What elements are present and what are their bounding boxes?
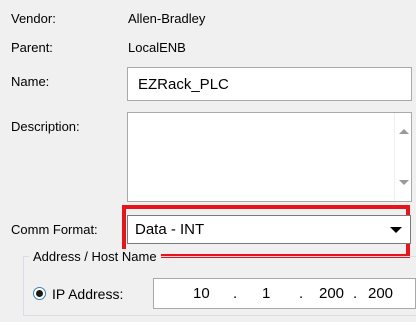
- chevron-down-icon[interactable]: [390, 227, 402, 233]
- scroll-down-arrow-icon[interactable]: [395, 174, 412, 191]
- parent-value: LocalENB: [128, 40, 186, 55]
- name-label: Name:: [11, 74, 50, 89]
- scroll-up-arrow-icon[interactable]: [395, 123, 412, 140]
- description-textarea[interactable]: [127, 112, 412, 202]
- vendor-label: Vendor:: [11, 11, 56, 26]
- address-group-title: Address / Host Name: [29, 249, 161, 265]
- ip-separator-3: .: [353, 285, 358, 302]
- ip-address-radio[interactable]: [33, 287, 46, 300]
- ip-octet-3[interactable]: 200: [319, 285, 344, 303]
- comm-format-label-clip: Comm Format:: [0, 222, 127, 240]
- comm-format-label: Comm Format:: [11, 222, 98, 237]
- ip-octet-4[interactable]: 200: [368, 285, 393, 303]
- ip-separator-1: .: [233, 285, 238, 302]
- ip-octet-2[interactable]: 1: [262, 285, 270, 303]
- ip-octet-1[interactable]: 10: [193, 285, 210, 303]
- radio-selected-dot: [36, 290, 43, 297]
- comm-format-dropdown[interactable]: Data - INT: [127, 215, 411, 244]
- vendor-value: Allen-Bradley: [128, 11, 206, 26]
- description-scrollbar[interactable]: [394, 113, 411, 201]
- name-input[interactable]: [127, 67, 412, 101]
- description-label: Description:: [11, 119, 80, 134]
- comm-format-value: Data - INT: [135, 221, 205, 238]
- ip-address-field[interactable]: 10 . 1 . 200 . 200: [153, 278, 416, 309]
- parent-label: Parent:: [11, 40, 53, 55]
- ip-separator-2: .: [299, 285, 304, 302]
- ip-address-label: IP Address:: [52, 286, 124, 302]
